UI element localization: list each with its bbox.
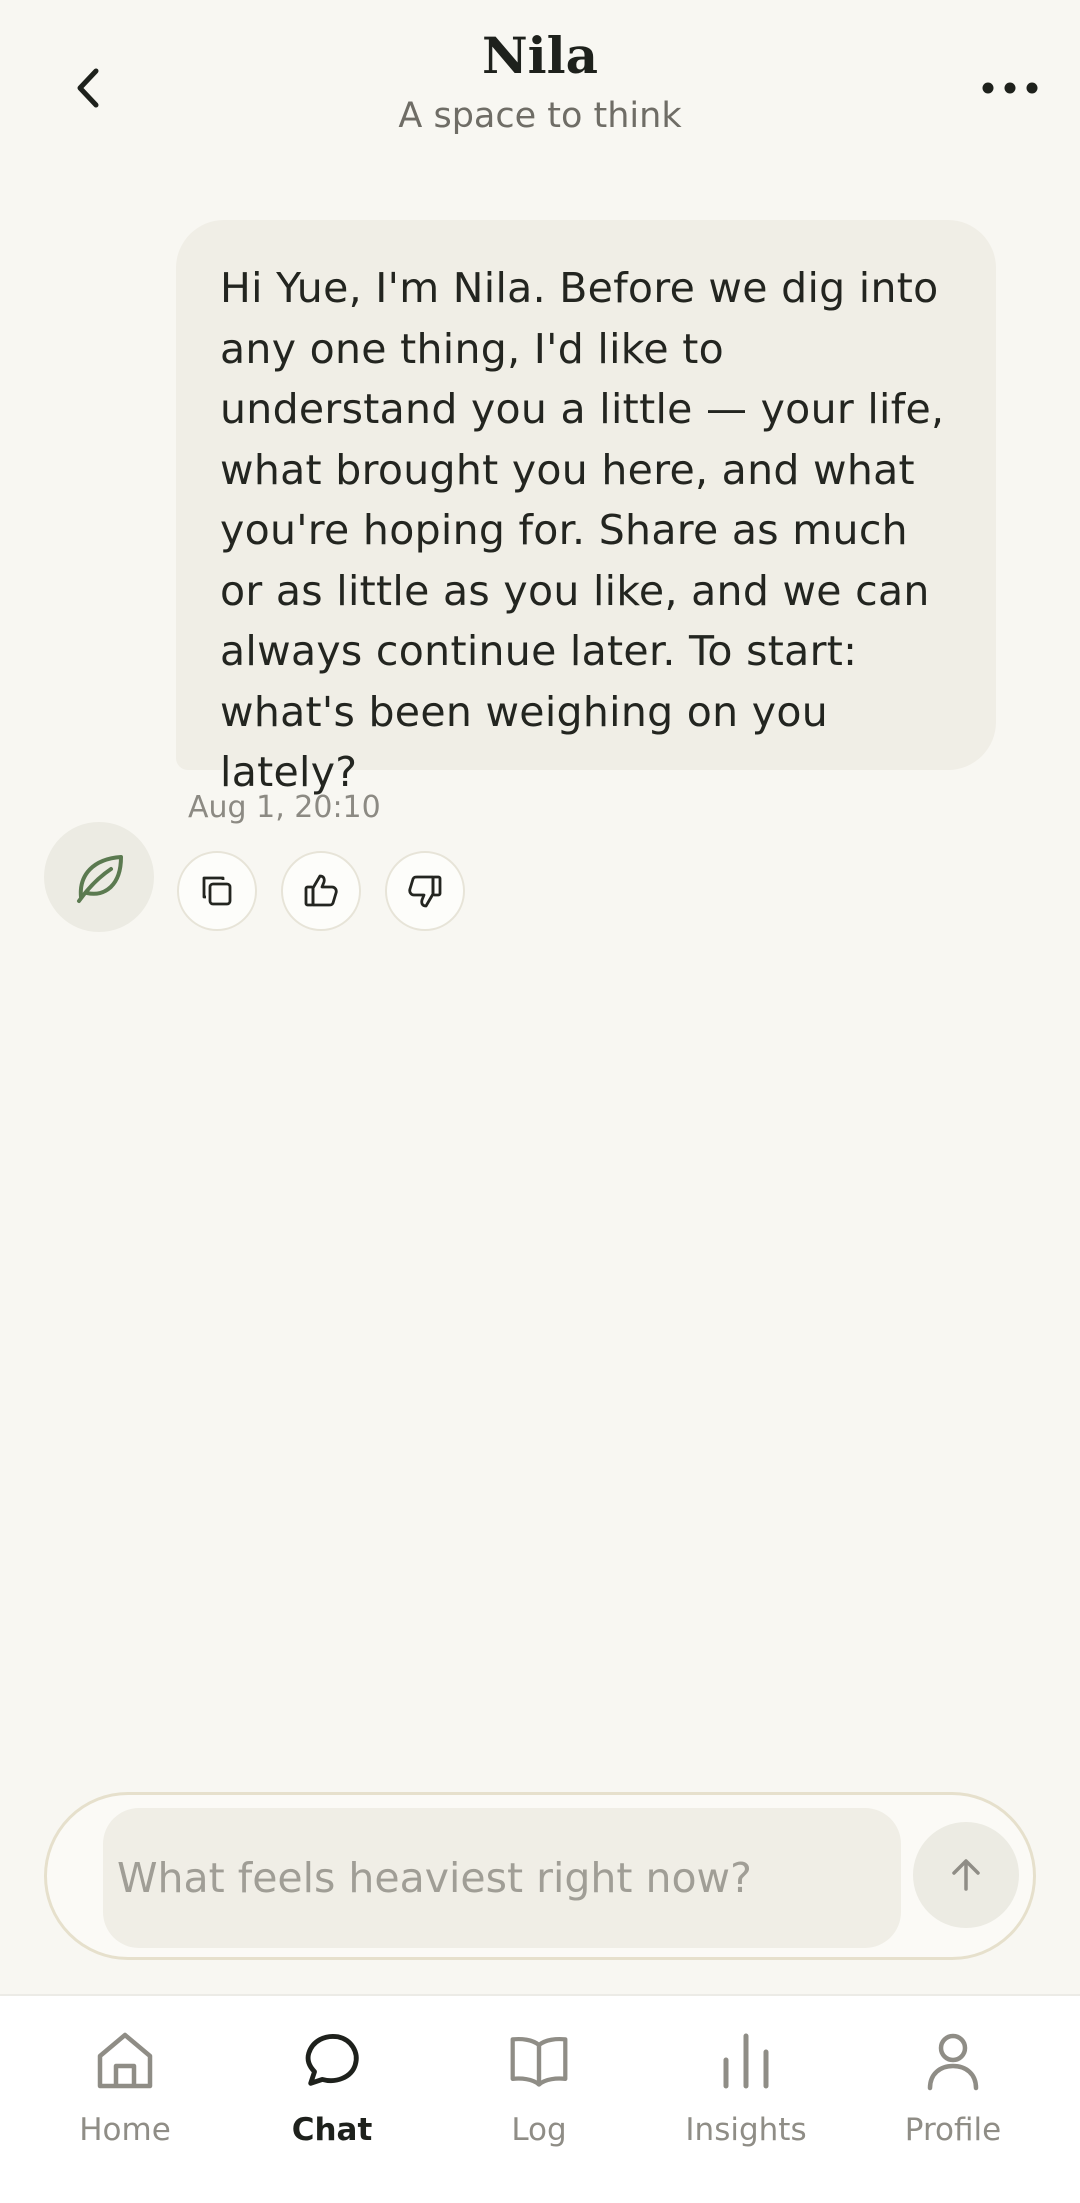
app-header: Nila A space to think bbox=[0, 0, 1080, 170]
message-composer bbox=[44, 1792, 1036, 1960]
send-button[interactable] bbox=[913, 1822, 1019, 1928]
message-input[interactable] bbox=[103, 1808, 901, 1948]
more-options-button[interactable] bbox=[970, 58, 1050, 118]
nav-item-log[interactable]: Log bbox=[431, 1996, 647, 2203]
thumbs-down-button[interactable] bbox=[385, 851, 465, 931]
arrow-up-icon bbox=[952, 1859, 980, 1891]
nav-label-profile: Profile bbox=[904, 2112, 1002, 2148]
assistant-message-bubble: Hi Yue, I'm Nila. Before we dig into any… bbox=[176, 220, 996, 796]
nav-item-chat[interactable]: Chat bbox=[224, 1996, 440, 2203]
nav-item-profile[interactable]: Profile bbox=[845, 1996, 1061, 2203]
copy-button[interactable] bbox=[177, 851, 257, 931]
assistant-avatar bbox=[44, 822, 154, 932]
message-timestamp: Aug 1, 20:10 bbox=[188, 790, 381, 825]
book-icon bbox=[510, 2036, 568, 2087]
nav-item-home[interactable]: Home bbox=[17, 1996, 233, 2203]
thumbs-down-icon bbox=[408, 875, 442, 908]
bar-chart-icon bbox=[723, 2033, 769, 2089]
chat-bubble-icon bbox=[305, 2034, 359, 2086]
copy-icon bbox=[202, 876, 232, 906]
nav-label-chat: Chat bbox=[291, 2112, 373, 2148]
nav-label-insights: Insights bbox=[685, 2112, 807, 2148]
bottom-nav: Home Chat Log Insights Profile bbox=[0, 1994, 1080, 2203]
nav-label-home: Home bbox=[79, 2112, 171, 2148]
more-horizontal-icon bbox=[982, 82, 1038, 94]
nav-label-log: Log bbox=[511, 2112, 567, 2148]
thumbs-up-icon bbox=[304, 874, 338, 907]
home-icon bbox=[97, 2032, 153, 2089]
page-title: Nila bbox=[481, 26, 599, 85]
nav-item-insights[interactable]: Insights bbox=[638, 1996, 854, 2203]
leaf-icon bbox=[77, 855, 123, 903]
user-icon bbox=[927, 2033, 979, 2091]
thumbs-up-button[interactable] bbox=[281, 851, 361, 931]
page-subtitle: A space to think bbox=[398, 96, 682, 136]
